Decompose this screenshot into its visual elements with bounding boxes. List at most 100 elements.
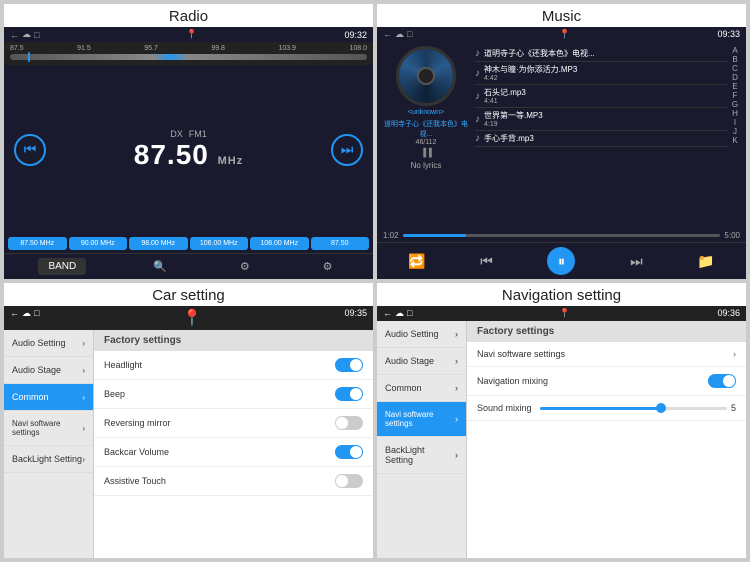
nav-setting-panel: Navigation setting ← ☁ □ 📍 09:36 Audio S… bbox=[377, 283, 746, 558]
cloud-icon: ☁ bbox=[22, 29, 31, 40]
sound-mixing-setting: Sound mixing 5 bbox=[467, 396, 746, 421]
chevron-icon-3: › bbox=[82, 393, 85, 402]
nav-sidebar-audio-setting[interactable]: Audio Setting › bbox=[377, 321, 466, 348]
prev-button[interactable]: ⏮ bbox=[14, 134, 46, 166]
radio-mode: DX FM1 bbox=[170, 129, 207, 139]
nav-chevron-4: › bbox=[455, 414, 458, 424]
album-art bbox=[396, 46, 456, 106]
music-time: 09:33 bbox=[717, 29, 740, 40]
reversing-setting: Reversing mirror bbox=[94, 409, 373, 438]
backcar-label: Backcar Volume bbox=[104, 447, 169, 457]
car-window-icon: □ bbox=[34, 308, 39, 328]
note-icon-5: ♪ bbox=[475, 133, 480, 144]
preset-4[interactable]: 106.00 MHz bbox=[190, 237, 249, 250]
next-button[interactable]: ⏭ bbox=[331, 134, 363, 166]
preset-3[interactable]: 98.00 MHz bbox=[129, 237, 188, 250]
backcar-toggle[interactable] bbox=[335, 445, 363, 459]
preset-6[interactable]: 87.50 bbox=[311, 237, 370, 250]
music-controls: 🔁 ⏮ ⏸ ⏭ 📁 bbox=[377, 242, 746, 279]
play-pause-button[interactable]: ⏸ bbox=[547, 247, 575, 275]
assistive-toggle[interactable] bbox=[335, 474, 363, 488]
sidebar-item-audio-setting[interactable]: Audio Setting › bbox=[4, 330, 93, 357]
assistive-label: Assistive Touch bbox=[104, 476, 166, 486]
backlight-label: BackLight Setting bbox=[12, 454, 82, 464]
back-icon: ← bbox=[10, 30, 19, 40]
track-info-3: 石头记.mp3 4:41 bbox=[484, 87, 728, 105]
repeat-button[interactable]: 🔁 bbox=[408, 253, 425, 270]
settings-icon[interactable]: ⚙ bbox=[317, 258, 339, 275]
nav-sidebar-navi[interactable]: Navi software settings › bbox=[377, 402, 466, 437]
nav-cloud-icon: ☁ bbox=[395, 308, 404, 319]
sidebar-item-common[interactable]: Common › bbox=[4, 384, 93, 411]
freq-min: 87.5 bbox=[10, 45, 24, 52]
nav-window-icon: □ bbox=[407, 308, 412, 319]
nav-mixing-label: Navigation mixing bbox=[477, 376, 548, 386]
chevron-icon-4: › bbox=[82, 424, 85, 433]
nav-sidebar-audio-stage[interactable]: Audio Stage › bbox=[377, 348, 466, 375]
radio-status-bar: ← ☁ □ 📍 09:32 bbox=[4, 27, 373, 42]
car-cloud-icon: ☁ bbox=[22, 308, 31, 328]
sidebar-item-navi[interactable]: Navi software settings › bbox=[4, 411, 93, 446]
total-time: 5:00 bbox=[724, 231, 740, 240]
sidebar-item-audio-stage[interactable]: Audio Stage › bbox=[4, 357, 93, 384]
sound-slider-track[interactable] bbox=[540, 407, 727, 410]
progress-track[interactable] bbox=[403, 234, 721, 237]
nav-common-label: Common bbox=[385, 383, 422, 393]
track-count: 46/112 bbox=[416, 139, 437, 146]
nav-chevron-5: › bbox=[455, 450, 458, 460]
slider-value: 5 bbox=[731, 403, 736, 413]
nav-back-icon: ← bbox=[383, 308, 392, 319]
car-setting-panel: Car setting ← ☁ □ 📍 09:35 Audio Setting … bbox=[4, 283, 373, 558]
car-body: Audio Setting › Audio Stage › Common › N… bbox=[4, 330, 373, 558]
chevron-icon-5: › bbox=[82, 455, 85, 464]
nav-sidebar-backlight[interactable]: BackLight Setting › bbox=[377, 437, 466, 474]
beep-toggle[interactable] bbox=[335, 387, 363, 401]
search-icon[interactable]: 🔍 bbox=[147, 258, 173, 275]
music-back-icon: ← bbox=[383, 29, 392, 40]
preset-5[interactable]: 108.00 MHz bbox=[250, 237, 309, 250]
track-name: <unknown> bbox=[408, 109, 444, 116]
main-grid: Radio ← ☁ □ 📍 09:32 87.5 91.5 95.7 99.8 … bbox=[0, 0, 750, 562]
track-info-4: 世界第一等.MP3 4:19 bbox=[484, 110, 728, 128]
band-button[interactable]: BAND bbox=[38, 258, 86, 275]
music-title: Music bbox=[377, 4, 746, 27]
next-track-button[interactable]: ⏭ bbox=[630, 253, 643, 270]
slider-fill bbox=[540, 407, 662, 410]
mhz-label: MHz bbox=[218, 155, 244, 167]
freq-2: 95.7 bbox=[144, 45, 158, 52]
nav-sidebar-common[interactable]: Common › bbox=[377, 375, 466, 402]
prev-track-button[interactable]: ⏮ bbox=[480, 253, 493, 270]
freq-slider[interactable] bbox=[10, 54, 367, 60]
beep-setting: Beep bbox=[94, 380, 373, 409]
freq-bar: 87.5 91.5 95.7 99.8 103.9 108.0 bbox=[4, 42, 373, 65]
reversing-toggle[interactable] bbox=[335, 416, 363, 430]
list-item: ♪ 道明寺子心《还我本色》电视... bbox=[475, 46, 728, 62]
nav-content: Factory settings Navi software settings … bbox=[467, 321, 746, 558]
nav-chevron-1: › bbox=[455, 329, 458, 339]
nav-navi-label: Navi software settings bbox=[385, 410, 455, 428]
music-progress: 1:02 5:00 bbox=[377, 229, 746, 242]
folder-button[interactable]: 📁 bbox=[697, 253, 714, 270]
preset-1[interactable]: 87.50 MHz bbox=[8, 237, 67, 250]
navi-software-label: Navi software settings bbox=[477, 349, 565, 359]
nav-chevron-3: › bbox=[455, 383, 458, 393]
nav-audio-setting-label: Audio Setting bbox=[385, 329, 439, 339]
car-sidebar: Audio Setting › Audio Stage › Common › N… bbox=[4, 330, 94, 558]
sidebar-item-backlight[interactable]: BackLight Setting › bbox=[4, 446, 93, 473]
navi-software-setting[interactable]: Navi software settings › bbox=[467, 342, 746, 367]
slider-knob[interactable] bbox=[656, 403, 666, 413]
progress-fill bbox=[403, 234, 467, 237]
freq-3: 99.8 bbox=[211, 45, 225, 52]
assistive-setting: Assistive Touch bbox=[94, 467, 373, 496]
headlight-toggle[interactable] bbox=[335, 358, 363, 372]
preset-2[interactable]: 90.00 MHz bbox=[69, 237, 128, 250]
freq-max: 108.0 bbox=[349, 45, 367, 52]
nav-time: 09:36 bbox=[717, 308, 740, 319]
nav-mixing-toggle[interactable] bbox=[708, 374, 736, 388]
nav-content-header: Factory settings bbox=[467, 321, 746, 342]
nav-sidebar: Audio Setting › Audio Stage › Common › N… bbox=[377, 321, 467, 558]
headlight-label: Headlight bbox=[104, 360, 142, 370]
track-info-5: 手心手背.mp3 bbox=[484, 133, 728, 144]
nav-backlight-label: BackLight Setting bbox=[385, 445, 455, 465]
equalizer-icon[interactable]: ⚙ bbox=[234, 258, 256, 275]
